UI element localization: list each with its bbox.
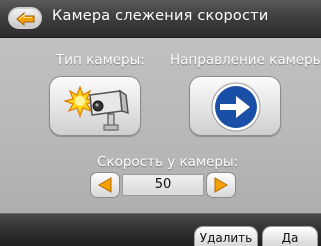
camera-type-button[interactable] bbox=[49, 76, 141, 136]
speed-stepper: 50 bbox=[90, 172, 236, 198]
back-arrow-icon bbox=[16, 12, 35, 26]
ok-button[interactable]: Да bbox=[262, 226, 318, 246]
page-title: Камера слежения скорости bbox=[52, 8, 269, 24]
delete-button[interactable]: Удалить bbox=[194, 226, 258, 246]
speed-value: 50 bbox=[122, 174, 204, 196]
camera-direction-label: Направление камеры: bbox=[170, 52, 321, 68]
back-button[interactable] bbox=[8, 7, 42, 29]
triangle-left-icon bbox=[98, 177, 112, 193]
speed-camera-screen: Камера слежения скорости Тип камеры: Нап… bbox=[0, 0, 321, 246]
camera-direction-button[interactable] bbox=[189, 76, 281, 136]
speed-decrease-button[interactable] bbox=[90, 172, 120, 198]
triangle-right-icon bbox=[214, 177, 228, 193]
speed-camera-icon bbox=[62, 85, 129, 131]
speed-increase-button[interactable] bbox=[206, 172, 236, 198]
title-bar: Камера слежения скорости bbox=[0, 0, 321, 38]
speed-label: Скорость у камеры: bbox=[97, 154, 239, 170]
camera-type-label: Тип камеры: bbox=[56, 52, 145, 68]
arrow-right-icon bbox=[211, 82, 261, 132]
